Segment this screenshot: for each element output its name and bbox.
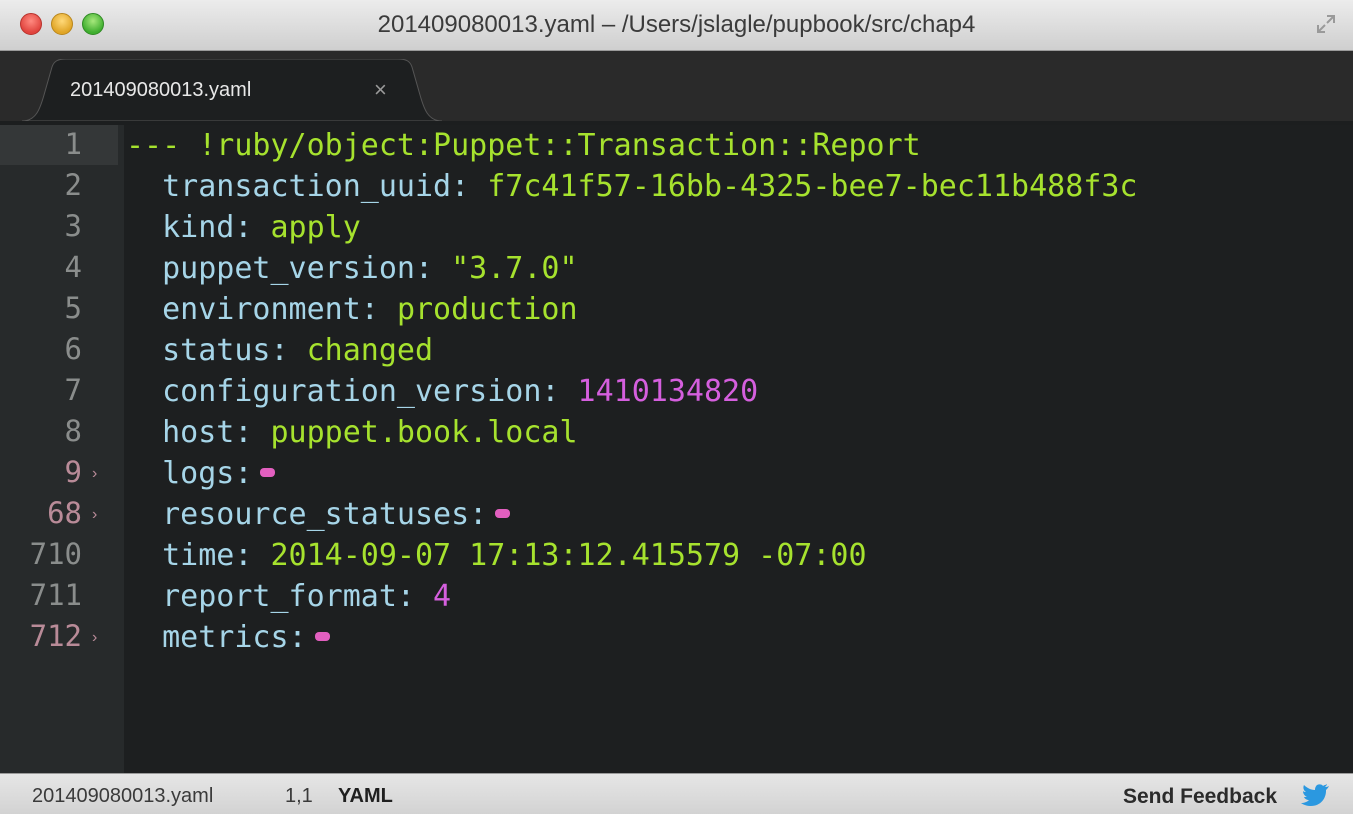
yaml-number: 1410134820: [577, 374, 759, 409]
gutter-line: 5: [0, 289, 124, 330]
yaml-key: time:: [126, 538, 253, 573]
editor-window: 201409080013.yaml – /Users/jslagle/pupbo…: [0, 0, 1353, 814]
code-line: status: changed: [126, 330, 433, 371]
gutter-line: 712 ›: [0, 617, 124, 658]
code-editor[interactable]: 1 2 3 4 5 6 7 8 9 › 68 › 710 711 712 › -…: [0, 125, 1353, 773]
yaml-value: puppet.book.local: [270, 415, 578, 450]
gutter-line: 6: [0, 330, 124, 371]
tab-201409080013-yaml[interactable]: 201409080013.yaml ×: [22, 59, 442, 121]
gutter-line: 8: [0, 412, 124, 453]
gutter-line: 9 ›: [0, 453, 124, 494]
line-number-gutter: 1 2 3 4 5 6 7 8 9 › 68 › 710 711 712 ›: [0, 125, 124, 773]
title-bar[interactable]: 201409080013.yaml – /Users/jslagle/pupbo…: [0, 0, 1353, 51]
yaml-key: transaction_uuid:: [126, 169, 470, 204]
gutter-line: 7: [0, 371, 124, 412]
yaml-key: puppet_version:: [126, 251, 434, 286]
code-line: logs:: [126, 453, 276, 494]
yaml-key: resource_statuses:: [126, 497, 488, 532]
fold-arrow-icon[interactable]: ›: [92, 629, 97, 647]
yaml-key: metrics:: [126, 620, 307, 655]
code-line: resource_statuses:: [126, 494, 511, 535]
line-number: 6: [64, 332, 82, 366]
status-filename: 201409080013.yaml: [32, 785, 214, 807]
line-number: 711: [29, 578, 82, 612]
yaml-key: host:: [126, 415, 253, 450]
code-line: configuration_version: 1410134820: [126, 371, 758, 412]
yaml-value: f7c41f57-16bb-4325-bee7-bec11b488f3c: [487, 169, 1138, 204]
code-line: --- !ruby/object:Puppet::Transaction::Re…: [126, 125, 921, 166]
status-bar: 201409080013.yaml 1,1 YAML Send Feedback: [0, 773, 1353, 814]
line-number: 7: [64, 373, 82, 407]
code-line: environment: production: [126, 289, 578, 330]
bird-icon[interactable]: [1301, 782, 1331, 808]
line-number: 8: [64, 414, 82, 448]
yaml-key: report_format:: [126, 579, 415, 614]
code-line: kind: apply: [126, 207, 361, 248]
line-number: 68: [47, 496, 82, 530]
line-number: 4: [64, 250, 82, 284]
yaml-value: production: [396, 292, 578, 327]
code-line: puppet_version: "3.7.0": [126, 248, 578, 289]
line-number: 1: [64, 127, 82, 161]
code-line: report_format: 4: [126, 576, 451, 617]
line-number: 710: [29, 537, 82, 571]
line-number: 5: [64, 291, 82, 325]
code-line: transaction_uuid: f7c41f57-16bb-4325-bee…: [126, 166, 1137, 207]
code-line: time: 2014-09-07 17:13:12.415579 -07:00: [126, 535, 867, 576]
folded-ellipsis-icon[interactable]: [260, 468, 276, 477]
folded-ellipsis-icon[interactable]: [314, 632, 330, 641]
syntax-mode[interactable]: YAML: [338, 785, 393, 808]
gutter-line: 2: [0, 166, 124, 207]
window-title: 201409080013.yaml – /Users/jslagle/pupbo…: [377, 11, 976, 38]
yaml-value: "3.7.0": [451, 251, 578, 286]
cursor-position: 1,1: [285, 785, 313, 807]
yaml-value: changed: [306, 333, 434, 368]
gutter-line: 68 ›: [0, 494, 124, 535]
document-header: --- !ruby/object:Puppet::Transaction::Re…: [126, 128, 921, 163]
folded-ellipsis-icon[interactable]: [495, 509, 511, 518]
tab-label: 201409080013.yaml: [70, 79, 252, 101]
code-line: host: puppet.book.local: [126, 412, 578, 453]
line-number: 9: [64, 455, 82, 489]
yaml-key: environment:: [126, 292, 379, 327]
line-number: 3: [64, 209, 82, 243]
close-icon[interactable]: ×: [374, 77, 387, 103]
gutter-line: 4: [0, 248, 124, 289]
yaml-value: apply: [270, 210, 361, 245]
line-number: 2: [64, 168, 82, 202]
fold-arrow-icon[interactable]: ›: [92, 465, 97, 483]
current-line-highlight: [0, 125, 118, 165]
yaml-number: 4: [433, 579, 452, 614]
fullscreen-icon[interactable]: [1315, 13, 1337, 35]
yaml-key: logs:: [126, 456, 253, 491]
send-feedback-link[interactable]: Send Feedback: [1123, 785, 1277, 809]
gutter-line: 1: [0, 125, 124, 166]
tab-bar: 201409080013.yaml ×: [0, 51, 1353, 125]
gutter-line: 710: [0, 535, 124, 576]
gutter-line: 3: [0, 207, 124, 248]
code-line: metrics:: [126, 617, 330, 658]
gutter-line: 711: [0, 576, 124, 617]
yaml-key: configuration_version:: [126, 374, 560, 409]
yaml-value: 2014-09-07 17:13:12.415579 -07:00: [270, 538, 867, 573]
yaml-key: status:: [126, 333, 289, 368]
line-number: 712: [29, 619, 82, 653]
yaml-key: kind:: [126, 210, 253, 245]
fold-arrow-icon[interactable]: ›: [92, 506, 97, 524]
